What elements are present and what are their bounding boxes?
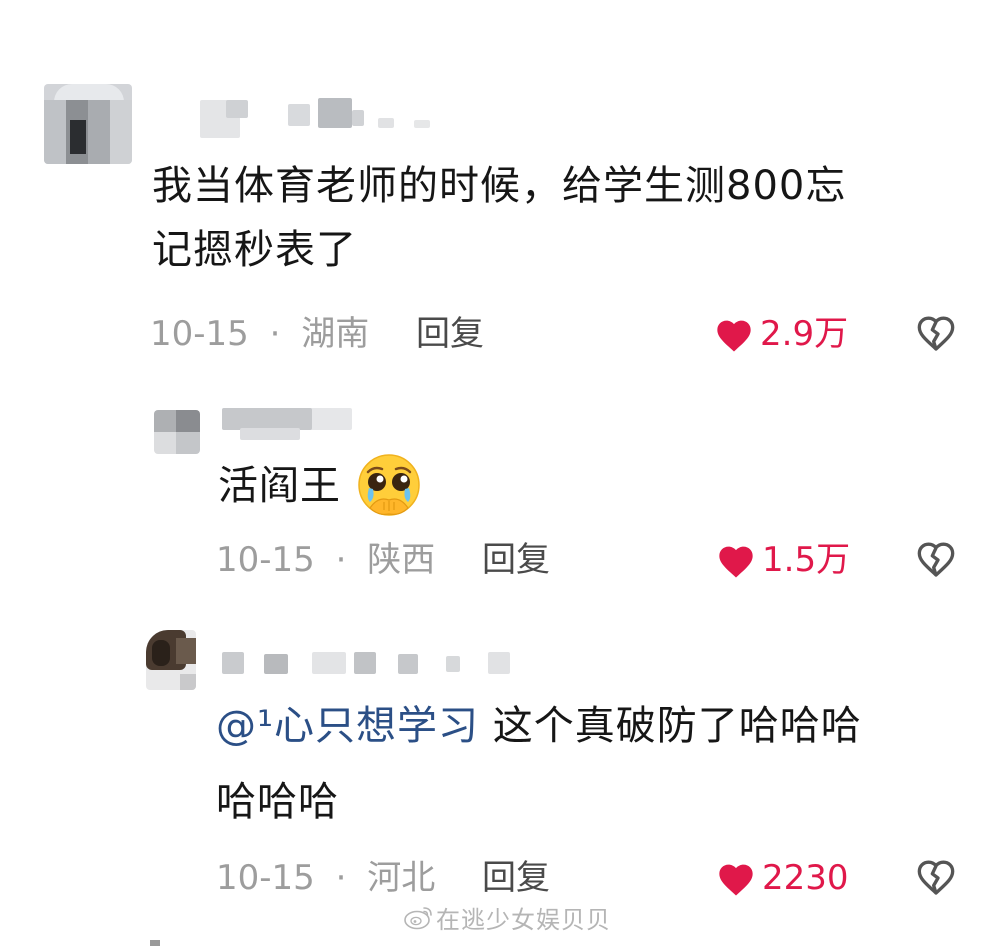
heart-icon — [719, 864, 753, 896]
comment-date: 10-15 — [216, 858, 315, 898]
avatar[interactable] — [154, 410, 200, 454]
comment-meta: 10-15 · 陕西 — [216, 540, 435, 580]
like-count: 2.9万 — [760, 314, 849, 354]
user-mention-link[interactable]: @¹心只想学习 — [216, 703, 479, 749]
like-count: 1.5万 — [762, 540, 851, 580]
comment-text: 我当体育老师的时候，给学生测800忘 记摁秒表了 — [152, 154, 972, 282]
comment-date: 10-15 — [216, 540, 315, 580]
comment-text-line: 哈哈哈 — [216, 779, 339, 825]
comment-meta: 10-15 · 湖南 — [150, 314, 369, 354]
comment-location: 湖南 — [301, 314, 370, 354]
heart-icon — [719, 546, 753, 578]
weibo-icon — [404, 907, 432, 930]
comment-text: @¹心只想学习 这个真破防了哈哈哈 哈哈哈 — [216, 694, 956, 834]
avatar[interactable] — [146, 630, 196, 690]
broken-heart-icon[interactable] — [916, 858, 956, 898]
comment-text-line: 活阎王 — [218, 463, 341, 509]
like-count: 2230 — [762, 858, 849, 898]
broken-heart-icon[interactable] — [916, 540, 956, 580]
reply-button[interactable]: 回复 — [482, 858, 550, 898]
meta-separator: · — [335, 858, 347, 898]
comment-meta: 10-15 · 河北 — [216, 858, 435, 898]
next-avatar-edge — [150, 940, 160, 946]
pleading-face-emoji — [358, 454, 420, 516]
comment-text: 活阎王 — [218, 454, 341, 518]
comment-text-line: 我当体育老师的时候，给学生测800忘 — [152, 163, 847, 209]
comment-date: 10-15 — [150, 314, 249, 354]
comment-text-fragment: 这个真破防了哈哈哈 — [479, 703, 862, 749]
comment-location: 河北 — [367, 858, 436, 898]
comment-text-line: 记摁秒表了 — [152, 227, 357, 273]
heart-icon — [717, 320, 751, 352]
like-button[interactable]: 2230 — [716, 858, 849, 898]
comment-text-line: @¹心只想学习 这个真破防了哈哈哈 — [216, 694, 956, 758]
like-button[interactable]: 2.9万 — [714, 314, 848, 354]
reply-button[interactable]: 回复 — [482, 540, 550, 580]
meta-separator: · — [269, 314, 281, 354]
like-button[interactable]: 1.5万 — [716, 540, 850, 580]
reply-button[interactable]: 回复 — [416, 314, 484, 354]
comment-location: 陕西 — [367, 540, 436, 580]
avatar[interactable] — [44, 84, 132, 164]
meta-separator: · — [335, 540, 347, 580]
watermark-text: 在逃少女娱贝贝 — [436, 906, 611, 934]
broken-heart-icon[interactable] — [916, 314, 956, 354]
